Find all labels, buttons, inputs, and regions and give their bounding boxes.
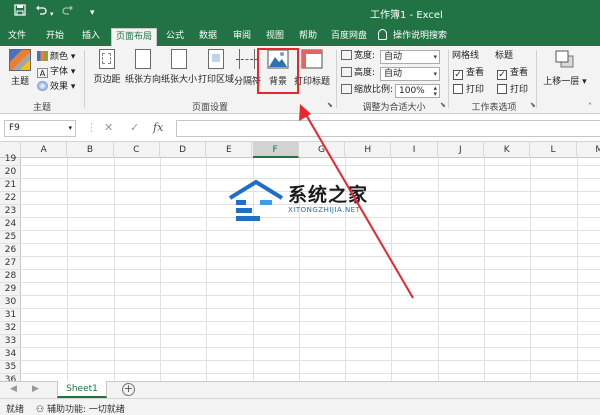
annotation-arrow	[299, 104, 414, 299]
